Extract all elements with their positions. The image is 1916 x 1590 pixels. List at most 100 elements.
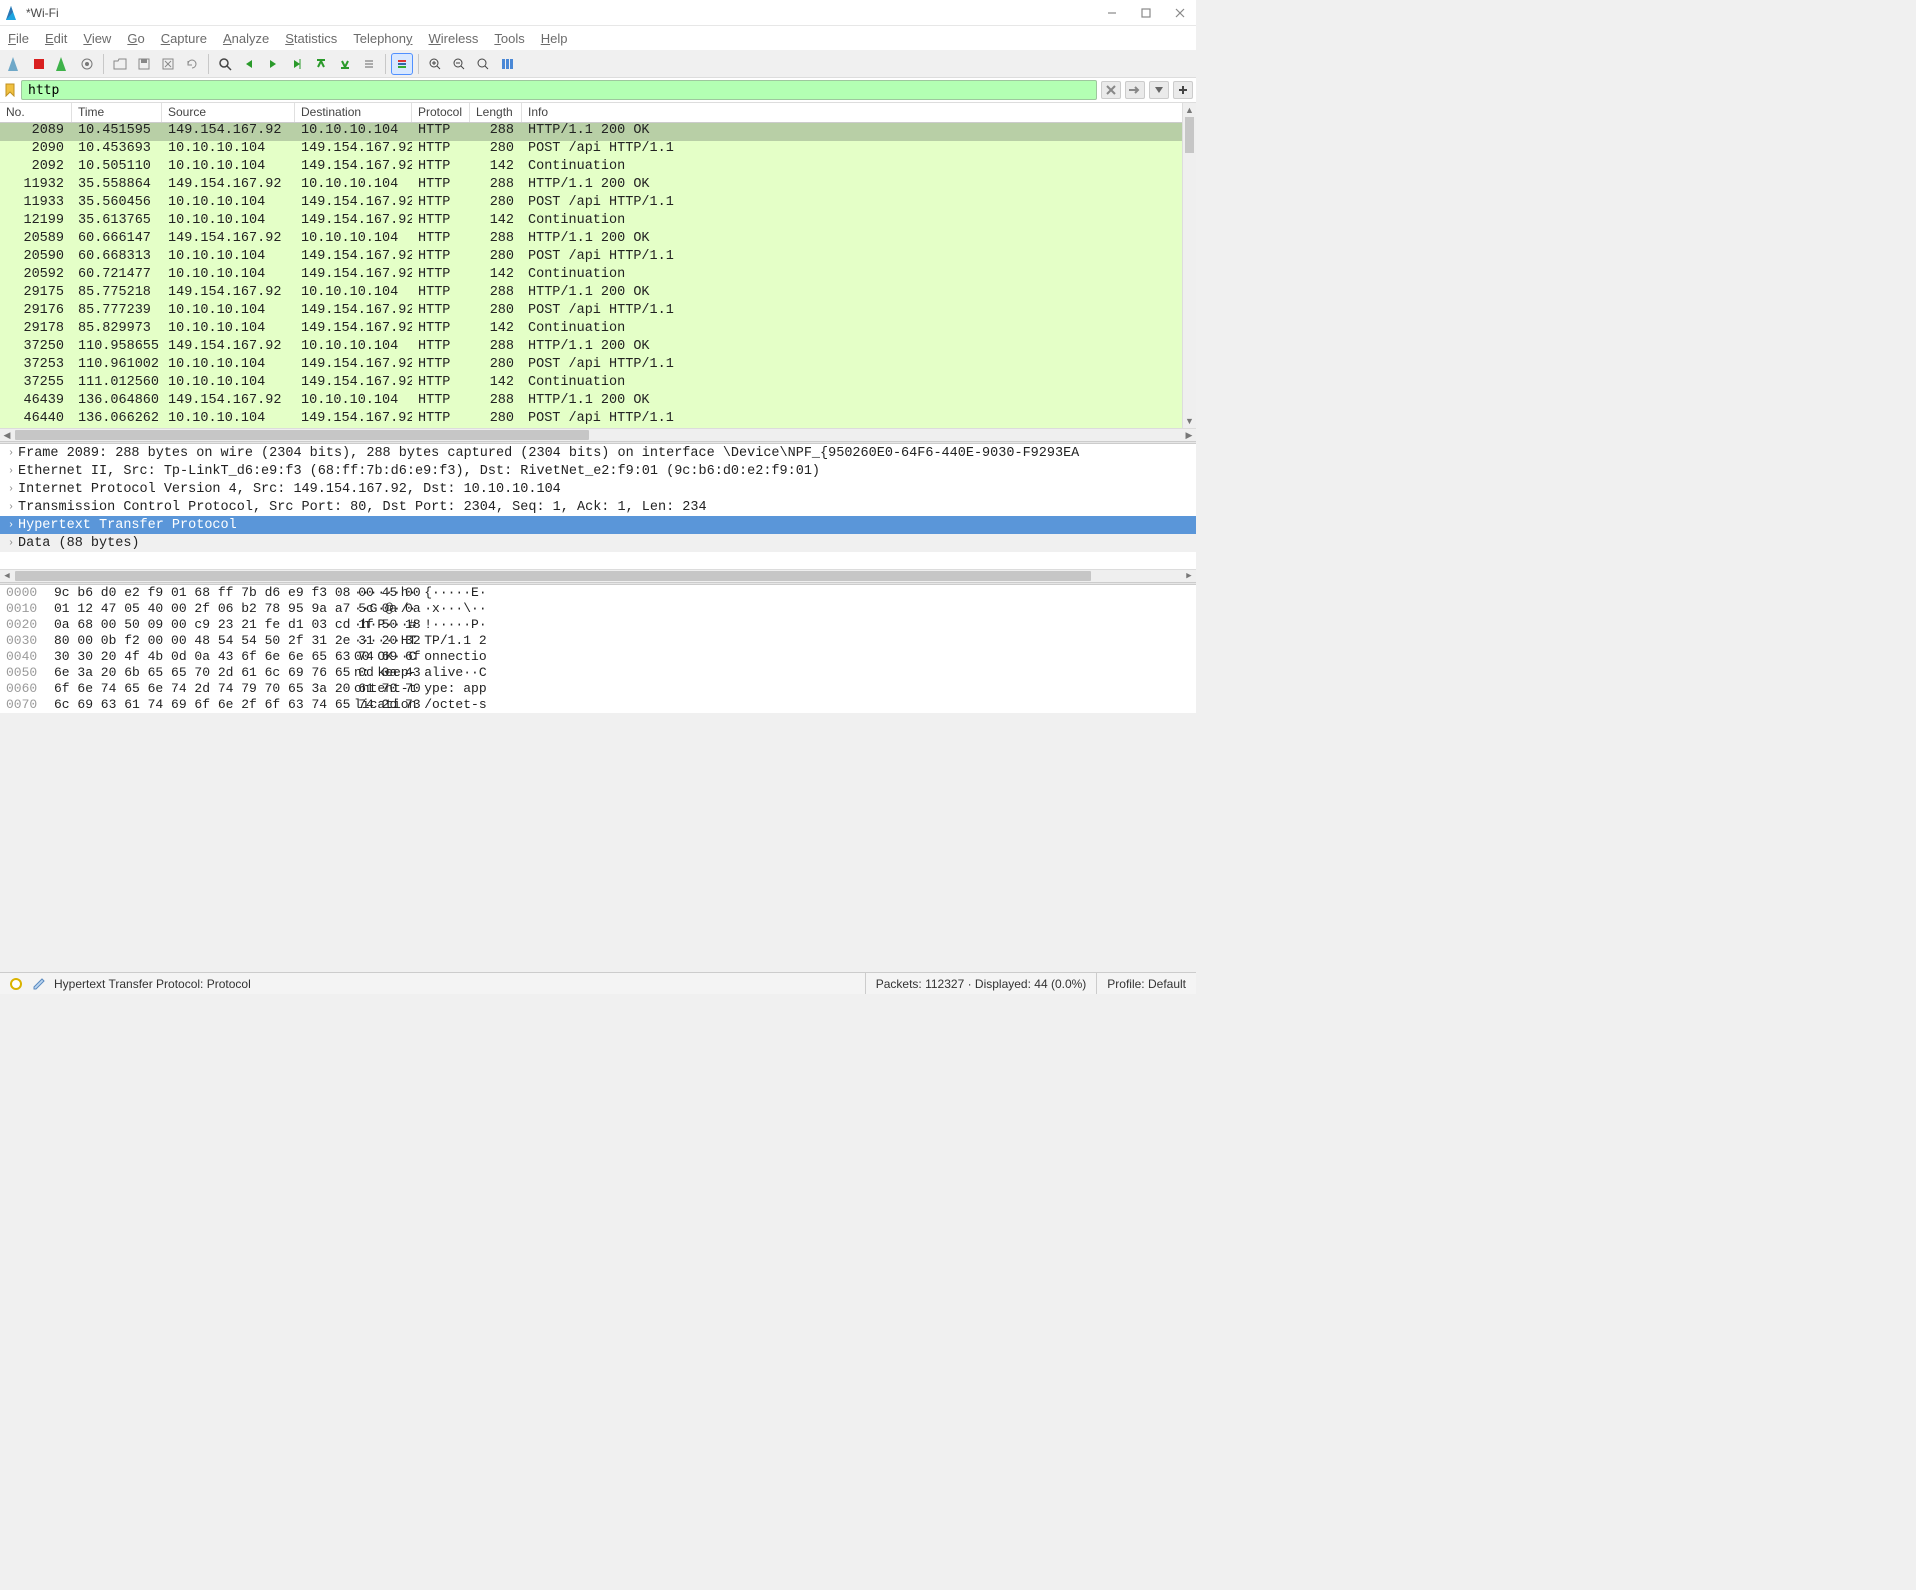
capture-options-icon[interactable] <box>76 53 98 75</box>
tree-row[interactable]: ›Internet Protocol Version 4, Src: 149.1… <box>0 480 1196 498</box>
stop-capture-icon[interactable] <box>28 53 50 75</box>
table-row[interactable]: 2058960.666147149.154.167.9210.10.10.104… <box>0 231 1196 249</box>
table-row[interactable]: 2917685.77723910.10.10.104149.154.167.92… <box>0 303 1196 321</box>
table-row[interactable]: 37250110.958655149.154.167.9210.10.10.10… <box>0 339 1196 357</box>
chevron-right-icon[interactable]: › <box>4 448 18 459</box>
filter-bookmark-icon[interactable] <box>3 83 17 97</box>
packet-bytes-pane[interactable]: 00009c b6 d0 e2 f9 01 68 ff 7b d6 e9 f3 … <box>0 585 1196 713</box>
close-file-icon[interactable] <box>157 53 179 75</box>
colorize-icon[interactable] <box>391 53 413 75</box>
hex-line[interactable]: 00706c 69 63 61 74 69 6f 6e 2f 6f 63 74 … <box>0 697 1196 713</box>
scroll-left-icon[interactable]: ◀ <box>0 570 14 583</box>
go-first-icon[interactable] <box>310 53 332 75</box>
go-last-icon[interactable] <box>334 53 356 75</box>
chevron-right-icon[interactable]: › <box>4 520 18 531</box>
menu-wireless[interactable]: Wireless <box>429 31 479 46</box>
expert-info-icon[interactable] <box>10 978 22 990</box>
resize-columns-icon[interactable] <box>496 53 518 75</box>
table-row[interactable]: 46440136.06626210.10.10.104149.154.167.9… <box>0 411 1196 428</box>
tree-row[interactable]: ›Ethernet II, Src: Tp-LinkT_d6:e9:f3 (68… <box>0 462 1196 480</box>
menu-telephony[interactable]: Telephony <box>353 31 412 46</box>
hex-line[interactable]: 00506e 3a 20 6b 65 65 70 2d 61 6c 69 76 … <box>0 665 1196 681</box>
tree-row[interactable]: ›Transmission Control Protocol, Src Port… <box>0 498 1196 516</box>
column-header-length[interactable]: Length <box>470 103 522 122</box>
tree-row[interactable]: ›Data (88 bytes) <box>0 534 1196 552</box>
column-header-destination[interactable]: Destination <box>295 103 412 122</box>
table-row[interactable]: 1193235.558864149.154.167.9210.10.10.104… <box>0 177 1196 195</box>
zoom-in-icon[interactable] <box>424 53 446 75</box>
menu-edit[interactable]: Edit <box>45 31 67 46</box>
scroll-left-icon[interactable]: ◀ <box>0 429 14 442</box>
column-header-source[interactable]: Source <box>162 103 295 122</box>
display-filter-input[interactable] <box>21 80 1097 100</box>
scroll-right-icon[interactable]: ▶ <box>1182 570 1196 583</box>
table-row[interactable]: 37253110.96100210.10.10.104149.154.167.9… <box>0 357 1196 375</box>
go-to-packet-icon[interactable] <box>286 53 308 75</box>
menu-file[interactable]: File <box>8 31 29 46</box>
menu-capture[interactable]: Capture <box>161 31 207 46</box>
table-row[interactable]: 2917585.775218149.154.167.9210.10.10.104… <box>0 285 1196 303</box>
table-row[interactable]: 37255111.01256010.10.10.104149.154.167.9… <box>0 375 1196 393</box>
edit-pencil-icon[interactable] <box>32 977 46 991</box>
menu-help[interactable]: Help <box>541 31 568 46</box>
go-back-icon[interactable] <box>238 53 260 75</box>
table-row[interactable]: 2917885.82997310.10.10.104149.154.167.92… <box>0 321 1196 339</box>
filter-history-dropdown[interactable] <box>1149 81 1169 99</box>
packet-list-h-scrollbar[interactable]: ◀ ▶ <box>0 428 1196 441</box>
tree-row[interactable]: ›Frame 2089: 288 bytes on wire (2304 bit… <box>0 444 1196 462</box>
menu-analyze[interactable]: Analyze <box>223 31 269 46</box>
start-capture-icon[interactable] <box>4 53 26 75</box>
menu-statistics[interactable]: Statistics <box>285 31 337 46</box>
packet-list-v-scrollbar[interactable]: ▲ ▼ <box>1182 103 1196 428</box>
autoscroll-icon[interactable] <box>358 53 380 75</box>
apply-filter-icon[interactable] <box>1125 81 1145 99</box>
zoom-reset-icon[interactable] <box>472 53 494 75</box>
column-header-info[interactable]: Info <box>522 103 1196 122</box>
add-filter-button[interactable] <box>1173 81 1193 99</box>
scroll-thumb[interactable] <box>15 430 589 440</box>
scroll-thumb-v[interactable] <box>1185 117 1194 153</box>
scroll-up-icon[interactable]: ▲ <box>1183 103 1196 117</box>
table-row[interactable]: 209210.50511010.10.10.104149.154.167.92H… <box>0 159 1196 177</box>
scroll-down-icon[interactable]: ▼ <box>1183 414 1196 428</box>
table-row[interactable]: 209010.45369310.10.10.104149.154.167.92H… <box>0 141 1196 159</box>
hex-line[interactable]: 00606f 6e 74 65 6e 74 2d 74 79 70 65 3a … <box>0 681 1196 697</box>
chevron-right-icon[interactable]: › <box>4 502 18 513</box>
hex-line[interactable]: 003080 00 0b f2 00 00 48 54 54 50 2f 31 … <box>0 633 1196 649</box>
close-button[interactable] <box>1170 3 1190 23</box>
restart-capture-icon[interactable] <box>52 53 74 75</box>
packet-list-body[interactable]: 208910.451595149.154.167.9210.10.10.104H… <box>0 123 1196 428</box>
status-profile[interactable]: Profile: Default <box>1096 973 1196 994</box>
hex-line[interactable]: 00009c b6 d0 e2 f9 01 68 ff 7b d6 e9 f3 … <box>0 585 1196 601</box>
column-header-no[interactable]: No. <box>0 103 72 122</box>
menu-tools[interactable]: Tools <box>494 31 524 46</box>
scroll-thumb[interactable] <box>15 571 1091 581</box>
status-packets[interactable]: Packets: 112327 · Displayed: 44 (0.0%) <box>865 973 1097 994</box>
scroll-right-icon[interactable]: ▶ <box>1182 429 1196 442</box>
maximize-button[interactable] <box>1136 3 1156 23</box>
table-row[interactable]: 2059260.72147710.10.10.104149.154.167.92… <box>0 267 1196 285</box>
reload-icon[interactable] <box>181 53 203 75</box>
column-header-protocol[interactable]: Protocol <box>412 103 470 122</box>
packet-details-body[interactable]: ›Frame 2089: 288 bytes on wire (2304 bit… <box>0 444 1196 569</box>
go-forward-icon[interactable] <box>262 53 284 75</box>
chevron-right-icon[interactable]: › <box>4 466 18 477</box>
clear-filter-icon[interactable] <box>1101 81 1121 99</box>
tree-row[interactable]: ›Hypertext Transfer Protocol <box>0 516 1196 534</box>
column-header-time[interactable]: Time <box>72 103 162 122</box>
open-file-icon[interactable] <box>109 53 131 75</box>
chevron-right-icon[interactable]: › <box>4 484 18 495</box>
menu-view[interactable]: View <box>83 31 111 46</box>
menu-go[interactable]: Go <box>127 31 144 46</box>
table-row[interactable]: 46439136.064860149.154.167.9210.10.10.10… <box>0 393 1196 411</box>
find-packet-icon[interactable] <box>214 53 236 75</box>
details-h-scrollbar[interactable]: ◀ ▶ <box>0 569 1196 582</box>
zoom-out-icon[interactable] <box>448 53 470 75</box>
hex-line[interactable]: 004030 30 20 4f 4b 0d 0a 43 6f 6e 6e 65 … <box>0 649 1196 665</box>
table-row[interactable]: 1219935.61376510.10.10.104149.154.167.92… <box>0 213 1196 231</box>
table-row[interactable]: 2059060.66831310.10.10.104149.154.167.92… <box>0 249 1196 267</box>
table-row[interactable]: 1193335.56045610.10.10.104149.154.167.92… <box>0 195 1196 213</box>
hex-line[interactable]: 001001 12 47 05 40 00 2f 06 b2 78 95 9a … <box>0 601 1196 617</box>
minimize-button[interactable] <box>1102 3 1122 23</box>
chevron-right-icon[interactable]: › <box>4 538 18 549</box>
